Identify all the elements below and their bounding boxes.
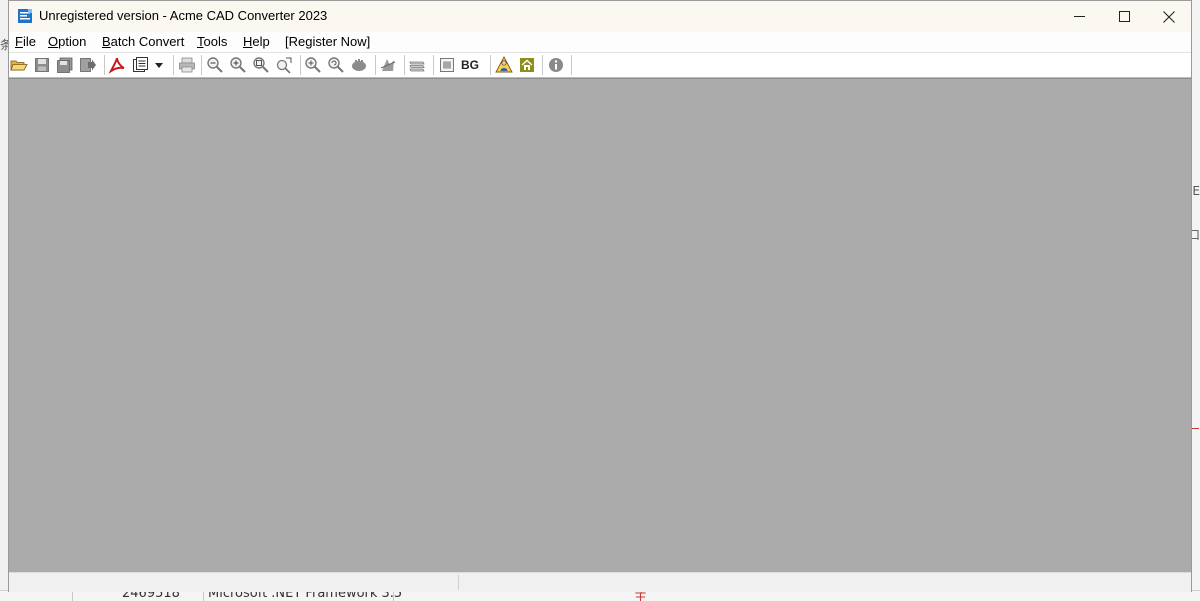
home-button[interactable] <box>517 55 537 75</box>
bg-color-icon: BG <box>461 58 479 72</box>
save-button[interactable] <box>32 55 52 75</box>
menu-tools[interactable]: Tools <box>197 34 227 49</box>
open-folder-icon <box>10 60 28 71</box>
title-bar[interactable]: Unregistered version - Acme CAD Converte… <box>9 1 1191 32</box>
zoom-previous-icon <box>328 57 344 73</box>
save-all-icon <box>57 57 73 73</box>
zoom-out-button[interactable] <box>205 55 225 75</box>
batch-button[interactable] <box>131 55 151 75</box>
pdf-button[interactable] <box>107 55 127 75</box>
toolbar-separator <box>404 55 405 75</box>
layers-list-button[interactable] <box>407 55 427 75</box>
status-pane-secondary <box>459 575 1189 590</box>
open-button[interactable] <box>9 55 29 75</box>
status-bar <box>9 572 1191 592</box>
background-icon <box>440 58 454 72</box>
dropdown-arrow-icon <box>155 62 163 68</box>
layers-list-icon <box>409 61 425 72</box>
toolbar-separator <box>542 55 543 75</box>
save-icon <box>35 58 49 72</box>
zoom-window-icon <box>253 57 269 73</box>
layer-icon <box>380 59 396 71</box>
pan-icon <box>352 59 366 71</box>
zoom-in-button[interactable] <box>228 55 248 75</box>
warning-person-icon <box>495 56 513 73</box>
pan-button[interactable] <box>349 55 369 75</box>
drawing-canvas[interactable] <box>9 78 1191 572</box>
export-button[interactable] <box>78 55 98 75</box>
pdf-icon <box>108 57 125 74</box>
info-icon <box>549 58 563 72</box>
minimize-icon <box>1073 16 1085 17</box>
close-icon <box>1163 10 1175 23</box>
zoom-in-icon <box>230 57 246 73</box>
toolbar-separator <box>375 55 376 75</box>
zoom-extent-button[interactable] <box>274 55 294 75</box>
background-red-mark <box>1191 428 1199 429</box>
maximize-button[interactable] <box>1101 1 1147 32</box>
bg-color-button[interactable]: BG <box>459 55 481 75</box>
background-button[interactable] <box>437 55 457 75</box>
background-right-glyph: E <box>1192 184 1200 198</box>
toolbar-separator <box>104 55 105 75</box>
menu-bar: File Option Batch Convert Tools Help [Re… <box>9 32 1191 53</box>
zoom-out-icon <box>207 57 223 73</box>
zoom-extent-icon <box>276 57 292 74</box>
menu-option[interactable]: Option <box>48 34 86 49</box>
menu-batch-convert[interactable]: Batch Convert <box>102 34 184 49</box>
export-icon <box>80 58 96 72</box>
batch-icon <box>133 57 148 72</box>
toolbar-separator <box>201 55 202 75</box>
save-all-button[interactable] <box>55 55 75 75</box>
toolbar-separator <box>173 55 174 75</box>
toolbar-separator <box>300 55 301 75</box>
window-title: Unregistered version - Acme CAD Converte… <box>39 8 328 23</box>
minimize-button[interactable] <box>1056 1 1102 32</box>
zoom-previous-button[interactable] <box>326 55 346 75</box>
toolbar-separator <box>433 55 434 75</box>
zoom-realtime-button[interactable] <box>303 55 323 75</box>
close-button[interactable] <box>1146 1 1192 32</box>
maximize-icon <box>1118 11 1130 22</box>
toolbar: BG <box>9 53 1191 78</box>
main-window: Unregistered version - Acme CAD Converte… <box>8 0 1192 592</box>
menu-help[interactable]: Help <box>243 34 270 49</box>
zoom-realtime-icon <box>305 57 321 73</box>
status-pane-main <box>9 575 459 590</box>
menu-file[interactable]: File <box>15 34 36 49</box>
warning-person-button[interactable] <box>494 55 514 75</box>
layer-button[interactable] <box>378 55 398 75</box>
menu-register-now[interactable]: [Register Now] <box>285 34 370 49</box>
app-icon <box>18 9 32 23</box>
zoom-window-button[interactable] <box>251 55 271 75</box>
home-icon <box>520 58 534 72</box>
toolbar-separator <box>490 55 491 75</box>
print-button[interactable] <box>177 55 197 75</box>
print-icon <box>179 57 195 73</box>
toolbar-separator <box>571 55 572 75</box>
info-button[interactable] <box>546 55 566 75</box>
batch-dropdown[interactable] <box>152 55 166 75</box>
